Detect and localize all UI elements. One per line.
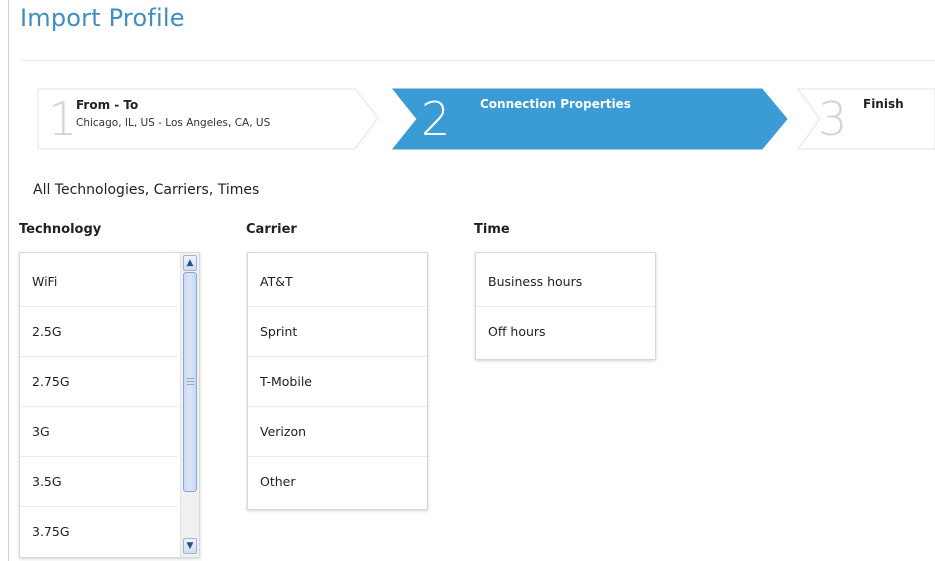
wizard-steps: 1 From - To Chicago, IL, US - Los Angele… xyxy=(0,0,935,160)
technology-item-2-75g[interactable]: 2.75G xyxy=(20,357,178,407)
time-item-business-hours[interactable]: Business hours xyxy=(476,257,655,307)
chevron-up-icon: ▲ xyxy=(186,258,194,268)
carrier-item-sprint[interactable]: Sprint xyxy=(248,307,427,357)
carrier-item-att[interactable]: AT&T xyxy=(248,257,427,307)
scroll-down-button[interactable]: ▼ xyxy=(183,538,197,554)
carrier-item-verizon[interactable]: Verizon xyxy=(248,407,427,457)
thumb-grip-line xyxy=(187,378,194,379)
technology-list[interactable]: WiFi 2.5G 2.75G 3G 3.5G 3.75G ▲ ▼ xyxy=(19,252,200,558)
thumb-grip-line xyxy=(187,381,194,382)
technology-item-3-75g[interactable]: 3.75G xyxy=(20,507,178,557)
selection-summary: All Technologies, Carriers, Times xyxy=(33,182,260,198)
scroll-thumb[interactable] xyxy=(183,272,197,492)
time-item-off-hours[interactable]: Off hours xyxy=(476,307,655,357)
scroll-up-button[interactable]: ▲ xyxy=(183,255,197,271)
step-1-subtitle: Chicago, IL, US - Los Angeles, CA, US xyxy=(76,117,271,129)
step-3-title[interactable]: Finish xyxy=(863,97,904,111)
carrier-heading: Carrier xyxy=(246,222,297,237)
technology-item-3g[interactable]: 3G xyxy=(20,407,178,457)
technology-heading: Technology xyxy=(19,222,102,237)
step-2-title[interactable]: Connection Properties xyxy=(480,97,631,111)
step-1-number: 1 xyxy=(48,92,78,146)
time-list[interactable]: Business hours Off hours xyxy=(475,252,656,360)
carrier-list[interactable]: AT&T Sprint T-Mobile Verizon Other xyxy=(247,252,428,510)
wizard-steps-graphic xyxy=(37,88,935,150)
chevron-down-icon: ▼ xyxy=(186,541,194,551)
time-heading: Time xyxy=(474,222,510,237)
step-2-number: 2 xyxy=(421,92,451,146)
carrier-item-t-mobile[interactable]: T-Mobile xyxy=(248,357,427,407)
technology-scrollbar[interactable]: ▲ ▼ xyxy=(180,253,199,557)
carrier-item-other[interactable]: Other xyxy=(248,457,427,507)
technology-item-2-5g[interactable]: 2.5G xyxy=(20,307,178,357)
technology-item-3-5g[interactable]: 3.5G xyxy=(20,457,178,507)
step-3-number: 3 xyxy=(818,92,848,146)
thumb-grip-line xyxy=(187,384,194,385)
step-1-title[interactable]: From - To xyxy=(76,98,138,112)
technology-item-wifi[interactable]: WiFi xyxy=(20,257,178,307)
